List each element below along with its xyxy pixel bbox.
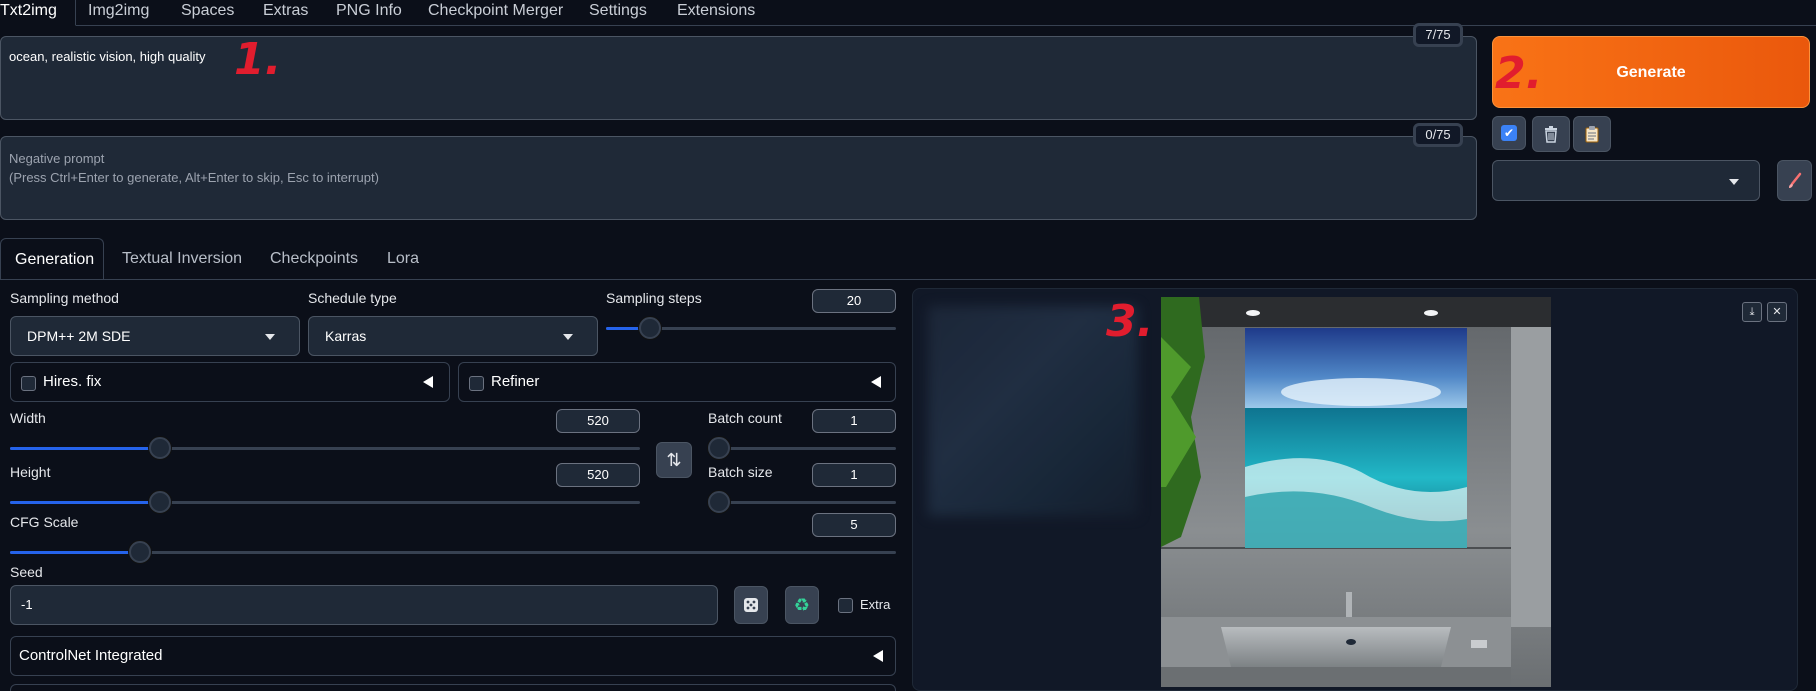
top-tab-bar: Txt2img Img2img Spaces Extras PNG Info C…: [0, 0, 1816, 26]
hires-fix-checkbox[interactable]: [21, 376, 36, 391]
hires-fix-label: Hires. fix: [43, 373, 102, 390]
prompt-token-counter: 7/75: [1413, 23, 1463, 47]
sampling-method-value: DPM++ 2M SDE: [27, 328, 131, 344]
tab-img2img[interactable]: Img2img: [70, 0, 167, 26]
batch-size-slider[interactable]: [708, 491, 896, 513]
batch-count-input[interactable]: 1: [812, 409, 896, 433]
negative-prompt-input[interactable]: Negative prompt (Press Ctrl+Enter to gen…: [0, 136, 1477, 220]
reuse-seed-button[interactable]: ♻: [785, 586, 819, 624]
schedule-type-select[interactable]: Karras: [308, 316, 598, 356]
batch-size-label: Batch size: [708, 464, 773, 480]
controlnet-accordion[interactable]: ControlNet Integrated: [10, 636, 896, 676]
height-handle[interactable]: [149, 491, 171, 513]
chevron-down-icon: [265, 334, 275, 340]
chevron-down-icon: [1729, 179, 1739, 185]
batch-count-handle[interactable]: [708, 437, 730, 459]
paste-button[interactable]: [1573, 116, 1611, 152]
controlnet-label: ControlNet Integrated: [19, 647, 163, 664]
swap-dimensions-button[interactable]: ⇅: [656, 442, 692, 478]
refiner-label: Refiner: [491, 373, 540, 390]
download-button[interactable]: ⤓: [1742, 302, 1762, 322]
tab-extensions[interactable]: Extensions: [659, 0, 773, 26]
tab-generation[interactable]: Generation: [0, 238, 104, 280]
negative-prompt-placeholder-line2: (Press Ctrl+Enter to generate, Alt+Enter…: [9, 170, 379, 185]
recycle-icon: ♻: [793, 595, 811, 615]
close-output-button[interactable]: ✕: [1767, 302, 1787, 322]
batch-size-handle[interactable]: [708, 491, 730, 513]
hires-fix-accordion[interactable]: Hires. fix: [10, 362, 450, 402]
batch-size-input[interactable]: 1: [812, 463, 896, 487]
clipboard-icon: [1585, 126, 1599, 143]
brush-icon: [1788, 172, 1801, 188]
apply-checkbox-button[interactable]: ✔: [1492, 116, 1526, 150]
negative-prompt-placeholder-line1: Negative prompt: [9, 151, 105, 166]
random-seed-button[interactable]: [734, 586, 768, 624]
tab-settings[interactable]: Settings: [571, 0, 665, 26]
extra-seed-label: Extra: [860, 597, 891, 612]
swap-arrows-icon: ⇅: [666, 450, 682, 470]
batch-count-label: Batch count: [708, 410, 782, 426]
cfg-scale-label: CFG Scale: [10, 514, 79, 530]
dice-icon: [744, 598, 758, 612]
next-accordion[interactable]: [10, 684, 896, 691]
clear-prompt-button[interactable]: [1532, 116, 1570, 152]
width-label: Width: [10, 410, 46, 426]
checkbox-icon: ✔: [1501, 125, 1517, 141]
sampling-method-select[interactable]: DPM++ 2M SDE: [10, 316, 300, 356]
trash-icon: [1545, 126, 1557, 143]
negative-prompt-token-counter: 0/75: [1413, 123, 1463, 147]
tab-checkpoint-merger[interactable]: Checkpoint Merger: [410, 0, 581, 26]
collapse-arrow-icon: [423, 376, 433, 388]
tab-txt2img[interactable]: Txt2img: [0, 0, 76, 26]
tab-extras[interactable]: Extras: [245, 0, 326, 26]
seed-label: Seed: [10, 564, 43, 580]
prompt-input[interactable]: ocean, realistic vision, high quality: [0, 36, 1477, 120]
sampling-steps-label: Sampling steps: [606, 290, 702, 306]
refiner-checkbox[interactable]: [469, 376, 484, 391]
cfg-scale-slider[interactable]: [10, 541, 896, 563]
chevron-down-icon: [563, 334, 573, 340]
tab-png-info[interactable]: PNG Info: [318, 0, 420, 26]
tab-lora[interactable]: Lora: [373, 238, 433, 280]
seed-input[interactable]: -1: [10, 585, 718, 625]
collapse-arrow-icon: [871, 376, 881, 388]
extra-seed-checkbox[interactable]: [838, 598, 853, 613]
height-label: Height: [10, 464, 51, 480]
cfg-scale-handle[interactable]: [129, 541, 151, 563]
tab-divider: [0, 279, 1816, 280]
width-slider[interactable]: [10, 437, 640, 459]
collapse-arrow-icon: [873, 650, 883, 662]
sampling-steps-slider[interactable]: [606, 317, 896, 339]
refiner-accordion[interactable]: Refiner: [458, 362, 896, 402]
styles-dropdown[interactable]: [1492, 160, 1760, 201]
width-handle[interactable]: [149, 437, 171, 459]
download-icon: ⤓: [1749, 306, 1755, 318]
width-fill: [10, 447, 160, 450]
height-input[interactable]: 520: [556, 463, 640, 487]
tab-spaces[interactable]: Spaces: [163, 0, 252, 26]
height-slider[interactable]: [10, 491, 640, 513]
generated-image[interactable]: [1161, 297, 1551, 687]
annotation-2: 2.: [1495, 48, 1543, 99]
edit-styles-button[interactable]: [1777, 160, 1812, 201]
close-icon: ✕: [1772, 306, 1782, 318]
cfg-scale-input[interactable]: 5: [812, 513, 896, 537]
annotation-3: 3.: [1106, 296, 1154, 347]
cfg-scale-fill: [10, 551, 140, 554]
sampling-steps-handle[interactable]: [639, 317, 661, 339]
sampling-steps-input[interactable]: 20: [812, 289, 896, 313]
width-input[interactable]: 520: [556, 409, 640, 433]
tab-checkpoints[interactable]: Checkpoints: [256, 238, 372, 280]
tab-textual-inversion[interactable]: Textual Inversion: [108, 238, 256, 280]
batch-count-slider[interactable]: [708, 437, 896, 459]
schedule-type-value: Karras: [325, 328, 367, 344]
schedule-type-label: Schedule type: [308, 290, 397, 306]
height-fill: [10, 501, 160, 504]
prompt-text: ocean, realistic vision, high quality: [9, 49, 206, 64]
sampling-method-label: Sampling method: [10, 290, 119, 306]
annotation-1: 1.: [234, 34, 282, 85]
